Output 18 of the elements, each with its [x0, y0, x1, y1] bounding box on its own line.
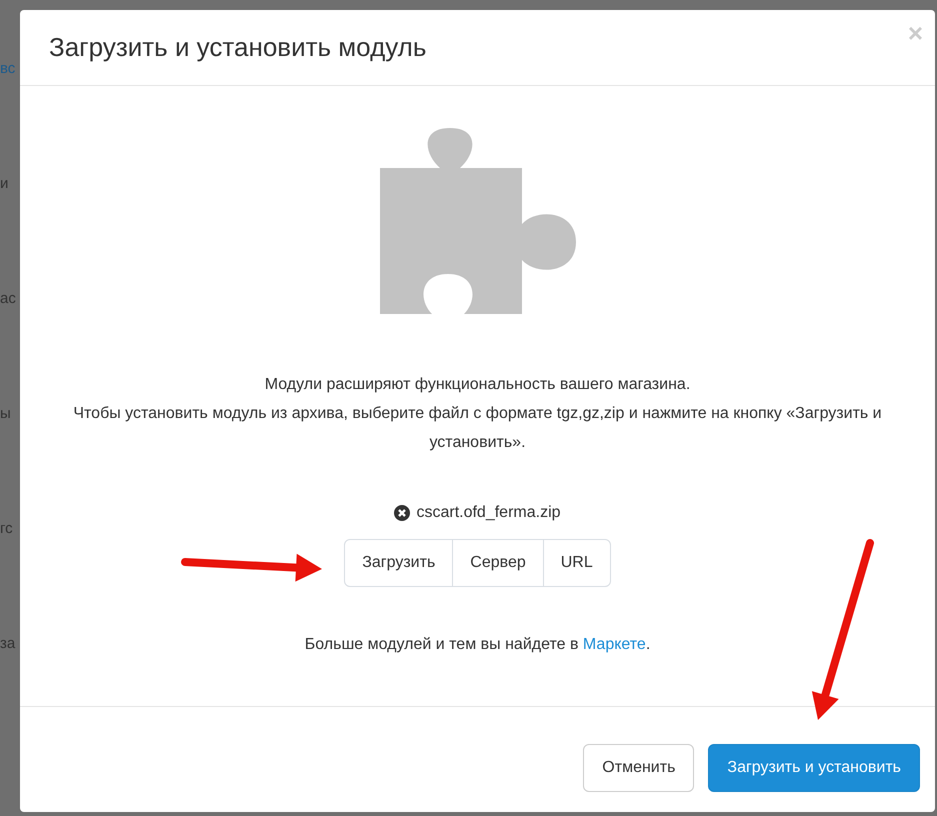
puzzle-piece-icon	[380, 128, 576, 314]
marketplace-note: Больше модулей и тем вы найдете в Маркете.	[304, 635, 650, 655]
source-button[interactable]: Сервер	[452, 539, 544, 587]
backdrop-text: ы	[0, 404, 12, 424]
modal-title: Загрузить и установить модуль	[49, 32, 426, 64]
backdrop-text: гс	[0, 519, 14, 539]
remove-icon[interactable]	[394, 505, 410, 521]
description-text: Чтобы установить модуль из архива, выберите файл с формате tgz,gz,zip и нажмите на кнопку «Загрузить и установить».	[72, 404, 883, 453]
source-button[interactable]: Загрузить	[344, 539, 454, 587]
backdrop-text: и	[0, 174, 10, 194]
backdrop-text: ас	[0, 289, 17, 309]
cancel-button[interactable]: Отменить	[583, 744, 694, 792]
description-text: Модули расширяют функциональность вашего магазина.	[264, 375, 692, 395]
marketplace-link[interactable]: Маркете	[582, 636, 646, 653]
backdrop-text: за	[0, 634, 16, 654]
file-name: cscart.ofd_ferma.zip	[416, 503, 561, 523]
source-button[interactable]: URL	[542, 539, 611, 587]
install-button[interactable]: Загрузить и установить	[708, 744, 920, 792]
